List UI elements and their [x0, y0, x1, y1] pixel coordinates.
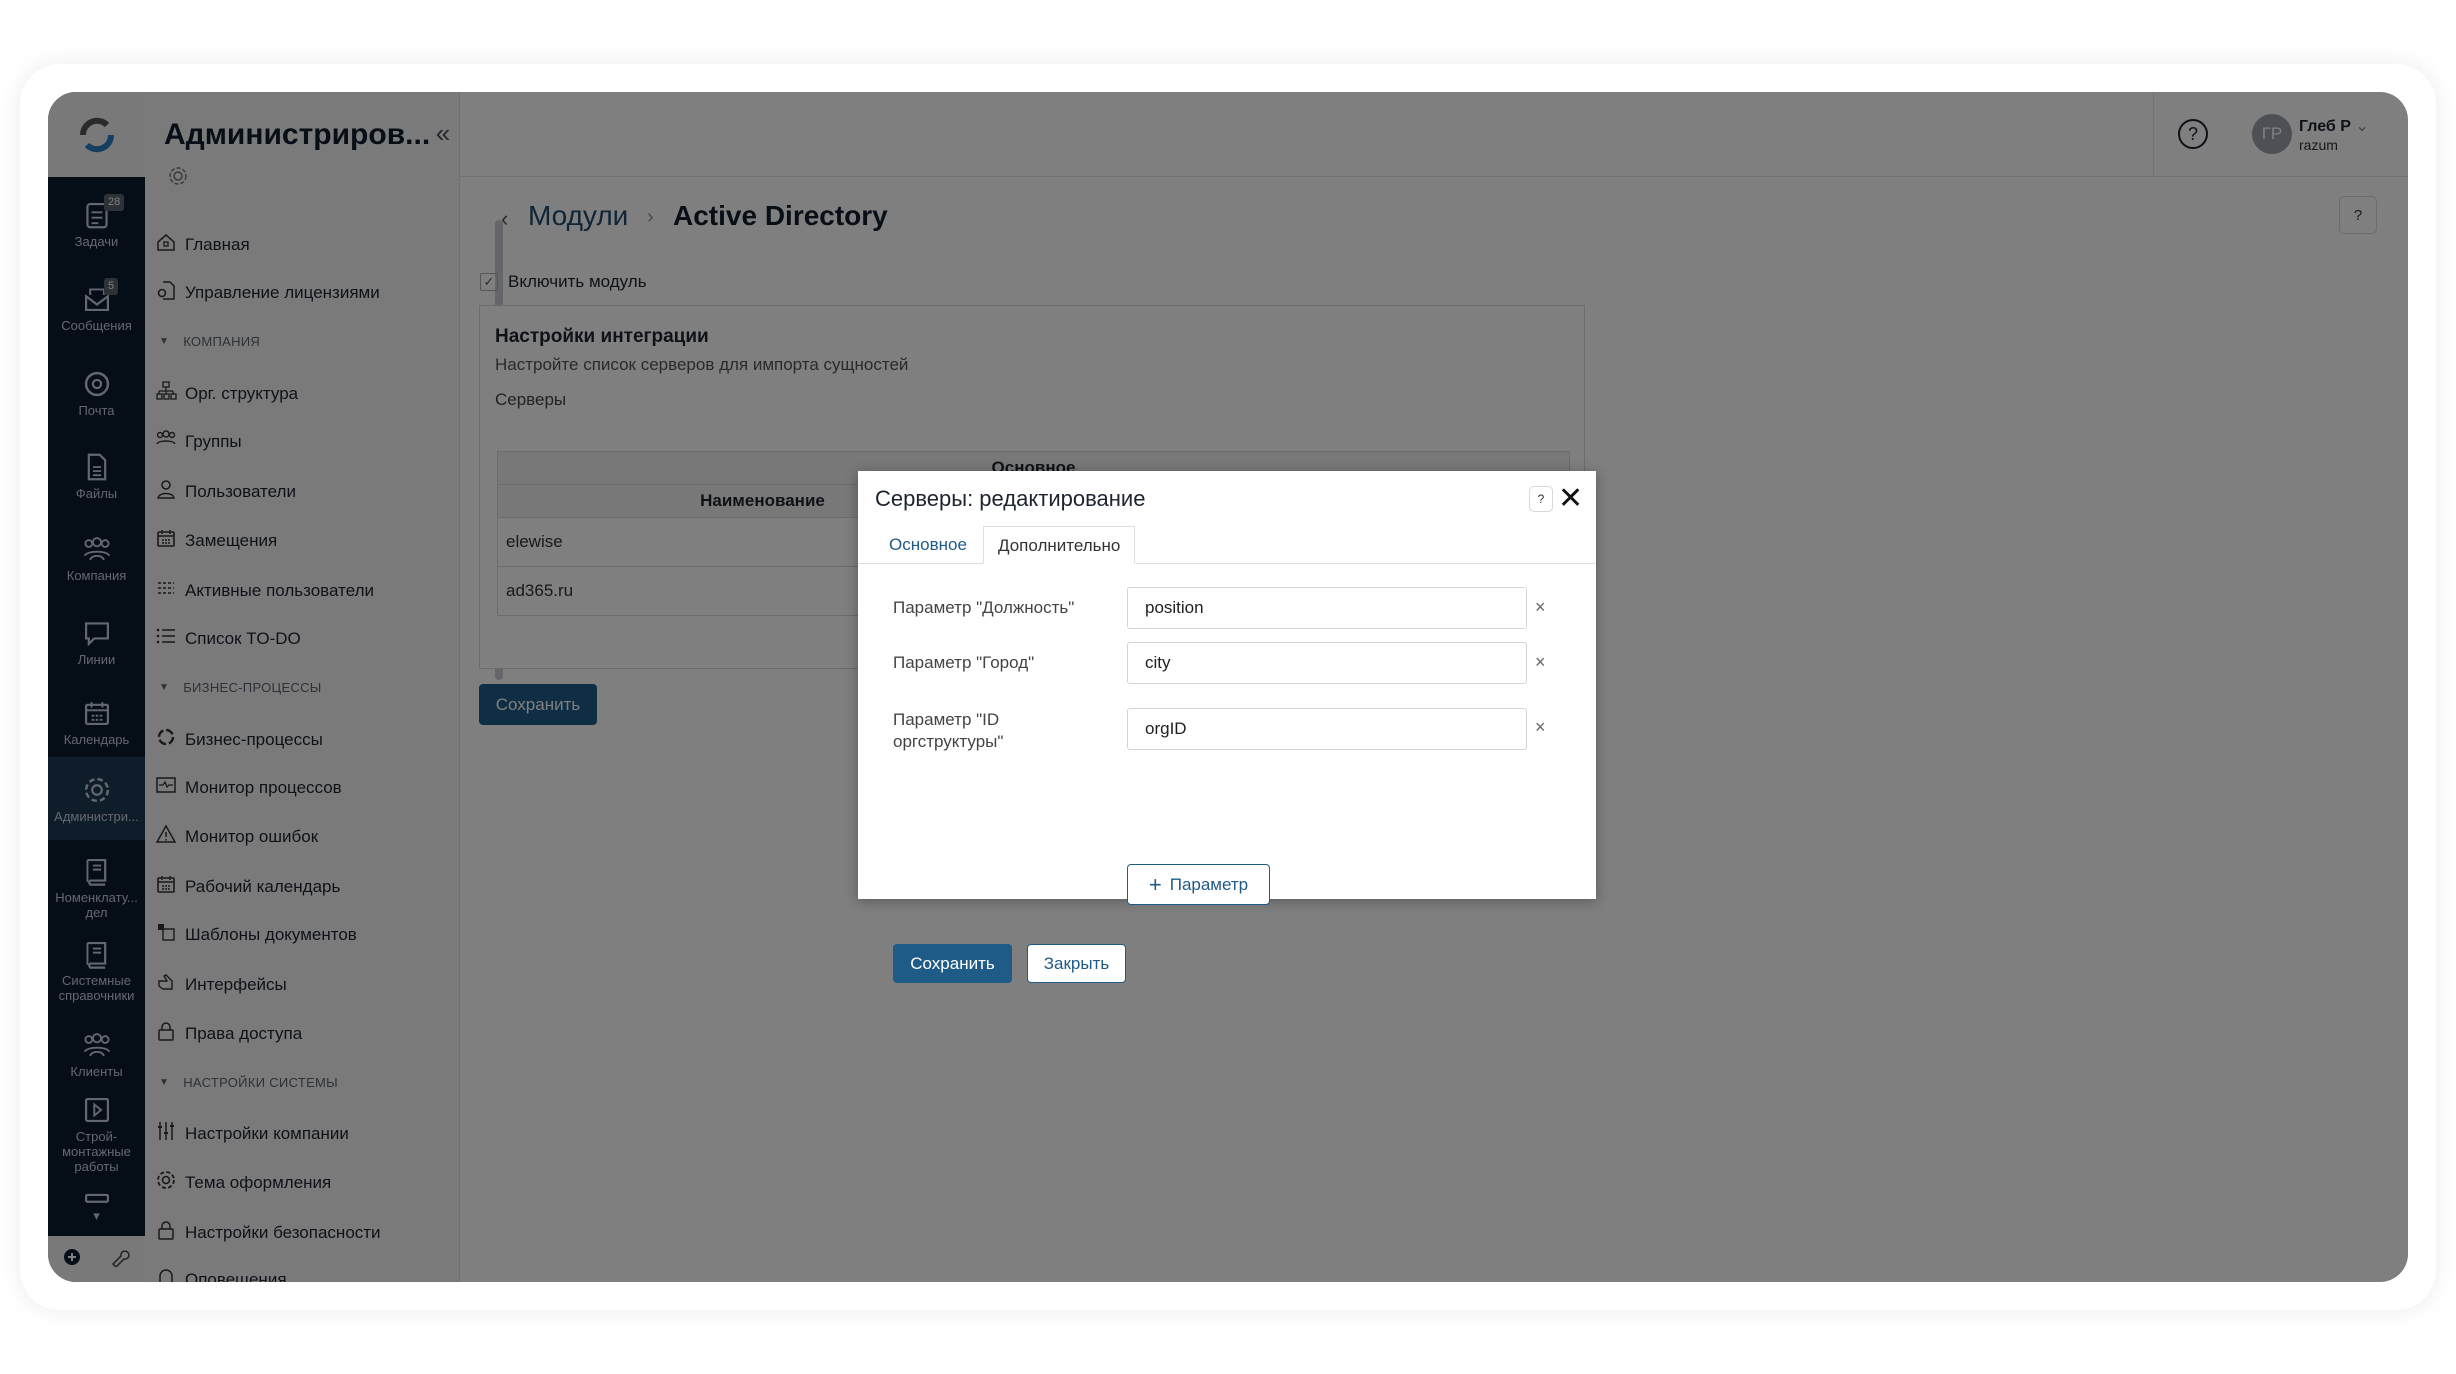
modal-close-button[interactable]: Закрыть — [1027, 944, 1126, 983]
modal-tabs: Основное Дополнительно — [858, 526, 1596, 564]
app: 28Задачи5СообщенияПочтаФайлыКомпанияЛини… — [48, 92, 2408, 1282]
tab-main[interactable]: Основное — [875, 526, 981, 564]
city-param-input[interactable] — [1127, 642, 1527, 684]
field-label-city: Параметр "Город" — [893, 653, 1035, 672]
clear-position-icon[interactable]: × — [1535, 597, 1546, 618]
field-label-position: Параметр "Должность" — [893, 598, 1075, 617]
clear-city-icon[interactable]: × — [1535, 652, 1546, 673]
plus-icon: + — [1148, 871, 1162, 897]
add-parameter-label: Параметр — [1169, 874, 1249, 894]
modal-help-button[interactable]: ? — [1529, 486, 1553, 512]
position-param-input[interactable] — [1127, 587, 1527, 629]
tab-additional[interactable]: Дополнительно — [983, 526, 1136, 564]
servers-edit-modal: Серверы: редактирование ? ✕ Основное Доп… — [858, 471, 1596, 983]
field-label-org-id: Параметр "ID оргструктуры" — [893, 710, 1004, 751]
org-id-param-input[interactable] — [1127, 708, 1527, 750]
modal-save-button[interactable]: Сохранить — [893, 944, 1012, 983]
add-parameter-button[interactable]: + Параметр — [1127, 864, 1270, 905]
modal-title: Серверы: редактирование — [875, 486, 1146, 511]
close-icon[interactable]: ✕ — [1558, 481, 1583, 516]
clear-org-id-icon[interactable]: × — [1535, 717, 1546, 738]
